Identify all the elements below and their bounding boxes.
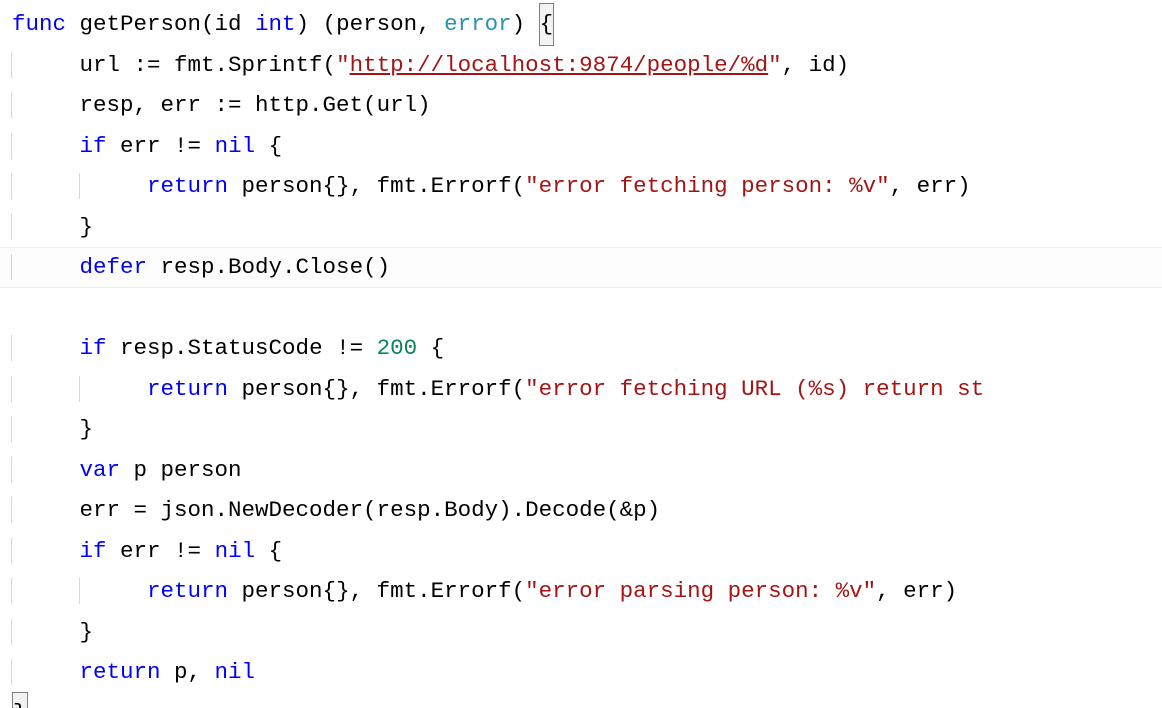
text-token: , err) — [890, 173, 971, 199]
code-line: err = json.NewDecoder(resp.Body).Decode(… — [12, 497, 660, 523]
indent-guide — [11, 619, 80, 645]
indent-guide — [79, 173, 148, 199]
indent-guide — [11, 133, 80, 159]
indent-guide — [11, 254, 80, 280]
text-token: err != — [107, 538, 215, 564]
matched-brace: } — [12, 692, 28, 708]
string-token: " — [336, 52, 350, 78]
indent-guide — [11, 659, 80, 685]
text-token: , id) — [782, 52, 850, 78]
indent-guide — [11, 457, 80, 483]
number-token: 200 — [377, 335, 418, 361]
text-token: p person — [120, 457, 242, 483]
text-token: person{}, fmt.Errorf( — [228, 173, 525, 199]
code-line: } — [12, 416, 93, 442]
string-token: "error fetching person: %v" — [525, 173, 890, 199]
indent-guide — [11, 214, 80, 240]
string-token: " — [768, 52, 782, 78]
text-token: } — [80, 214, 94, 240]
text-token: , err) — [876, 578, 957, 604]
text-token: url := fmt.Sprintf( — [80, 52, 337, 78]
text-token: p, — [161, 659, 215, 685]
text-token: getPerson(id — [66, 11, 255, 37]
keyword-token: func — [12, 11, 66, 37]
keyword-token: return — [147, 376, 228, 402]
keyword-token: if — [80, 335, 107, 361]
code-line: return p, nil — [12, 659, 255, 685]
code-line: resp, err := http.Get(url) — [12, 92, 431, 118]
code-line: if resp.StatusCode != 200 { — [12, 335, 444, 361]
code-line: if err != nil { — [12, 133, 282, 159]
keyword-token: nil — [215, 659, 256, 685]
text-token: resp.Body.Close() — [147, 254, 390, 280]
text-token: { — [417, 335, 444, 361]
keyword-token: if — [80, 538, 107, 564]
keyword-token: return — [147, 173, 228, 199]
code-line: var p person — [12, 457, 242, 483]
text-token: ) — [512, 11, 539, 37]
code-line: } — [12, 214, 93, 240]
text-token: ) (person, — [296, 11, 445, 37]
code-line: defer resp.Body.Close() — [0, 247, 1162, 288]
type-token: error — [444, 11, 512, 37]
indent-guide — [11, 173, 80, 199]
code-line: return person{}, fmt.Errorf("error parsi… — [12, 578, 957, 604]
string-token: "error parsing person: %v" — [525, 578, 876, 604]
matched-brace: { — [539, 3, 555, 46]
indent-guide — [11, 416, 80, 442]
indent-guide — [79, 578, 148, 604]
indent-guide — [11, 538, 80, 564]
code-editor[interactable]: func getPerson(id int) (person, error) {… — [0, 0, 1162, 708]
code-line: } — [12, 619, 93, 645]
text-token: person{}, fmt.Errorf( — [228, 578, 525, 604]
code-line: } — [12, 700, 28, 708]
text-token: resp, err := http.Get(url) — [80, 92, 431, 118]
url-token: http://localhost:9874/people/%d — [350, 52, 769, 78]
code-line: func getPerson(id int) (person, error) { — [12, 11, 554, 37]
text-token: } — [80, 416, 94, 442]
keyword-token: return — [80, 659, 161, 685]
keyword-token: return — [147, 578, 228, 604]
text-token: err = json.NewDecoder(resp.Body).Decode(… — [80, 497, 661, 523]
string-token: "error fetching URL (%s) return st — [525, 376, 984, 402]
code-line: if err != nil { — [12, 538, 282, 564]
code-line: return person{}, fmt.Errorf("error fetch… — [12, 173, 971, 199]
keyword-token: int — [255, 11, 296, 37]
keyword-token: nil — [215, 133, 256, 159]
indent-guide — [79, 376, 148, 402]
indent-guide — [11, 52, 80, 78]
keyword-token: if — [80, 133, 107, 159]
indent-guide — [11, 335, 80, 361]
code-line: url := fmt.Sprintf("http://localhost:987… — [12, 52, 849, 78]
indent-guide — [11, 578, 80, 604]
keyword-token: defer — [80, 254, 148, 280]
keyword-token: var — [80, 457, 121, 483]
text-token: err != — [107, 133, 215, 159]
text-token: } — [80, 619, 94, 645]
text-token: { — [255, 133, 282, 159]
code-line: return person{}, fmt.Errorf("error fetch… — [12, 376, 984, 402]
text-token: person{}, fmt.Errorf( — [228, 376, 525, 402]
indent-guide — [11, 497, 80, 523]
keyword-token: nil — [215, 538, 256, 564]
indent-guide — [11, 92, 80, 118]
indent-guide — [11, 376, 80, 402]
text-token: { — [255, 538, 282, 564]
text-token: resp.StatusCode != — [107, 335, 377, 361]
